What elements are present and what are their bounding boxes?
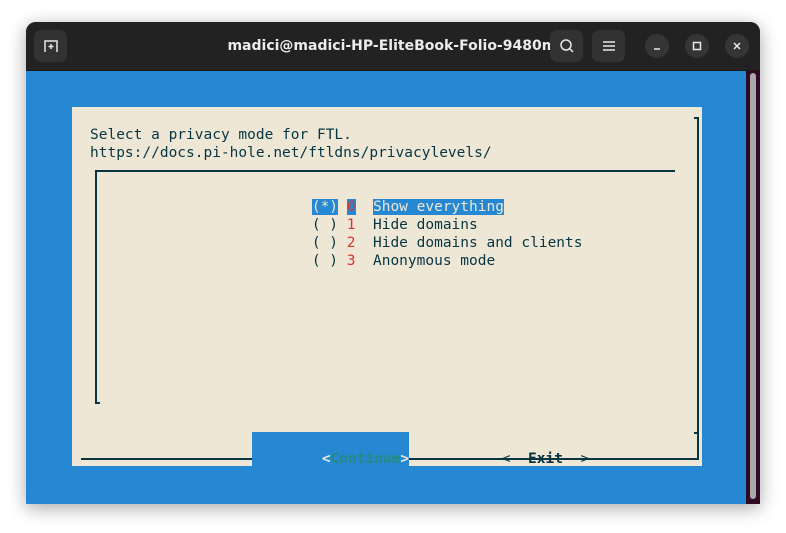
option-radio-marker[interactable]: ( ) [312, 253, 338, 269]
maximize-button[interactable] [685, 34, 709, 58]
option-label: Anonymous mode [372, 253, 496, 269]
exit-label: Exit [528, 451, 563, 467]
menu-button[interactable] [592, 30, 625, 62]
new-tab-button[interactable] [34, 30, 67, 62]
continue-label: Continue [330, 451, 401, 467]
hamburger-menu-icon [602, 41, 615, 51]
title-bar: madici@madici-HP-EliteBook-Folio-9480m: … [26, 22, 760, 71]
search-icon [559, 39, 574, 53]
list-frame-corner-bottom-left [95, 402, 100, 404]
terminal-area[interactable]: Select a privacy mode for FTL. https://d… [26, 71, 746, 504]
privacy-mode-dialog: Select a privacy mode for FTL. https://d… [72, 107, 702, 486]
close-button[interactable] [725, 34, 749, 58]
dialog-frame-right [697, 117, 699, 460]
continue-right-bracket: > [400, 451, 410, 467]
exit-right-bracket: > [580, 451, 590, 467]
terminal-scrollbar[interactable] [746, 71, 760, 504]
list-frame-left [95, 170, 97, 404]
minimize-icon [654, 48, 660, 50]
prompt-line-1: Select a privacy mode for FTL. [90, 127, 352, 143]
new-tab-icon [43, 40, 58, 52]
exit-button[interactable]: < Exit > [432, 432, 589, 486]
continue-button[interactable]: <Continue> [252, 432, 410, 486]
list-frame-top [95, 170, 675, 172]
terminal-window: madici@madici-HP-EliteBook-Folio-9480m: … [26, 22, 760, 504]
close-icon [733, 42, 741, 50]
prompt-line-2: https://docs.pi-hole.net/ftldns/privacyl… [90, 145, 492, 161]
maximize-icon [692, 41, 702, 51]
search-button[interactable] [550, 30, 583, 62]
dialog-frame-tick-right [694, 432, 699, 434]
exit-left-bracket: < [501, 451, 511, 467]
option-number: 3 [346, 253, 356, 269]
continue-left-bracket: < [321, 451, 331, 467]
option-anonymous-mode[interactable]: ( ) 3 Anonymous mode [242, 234, 495, 288]
scrollbar-thumb[interactable] [750, 73, 756, 499]
minimize-button[interactable] [645, 34, 669, 58]
